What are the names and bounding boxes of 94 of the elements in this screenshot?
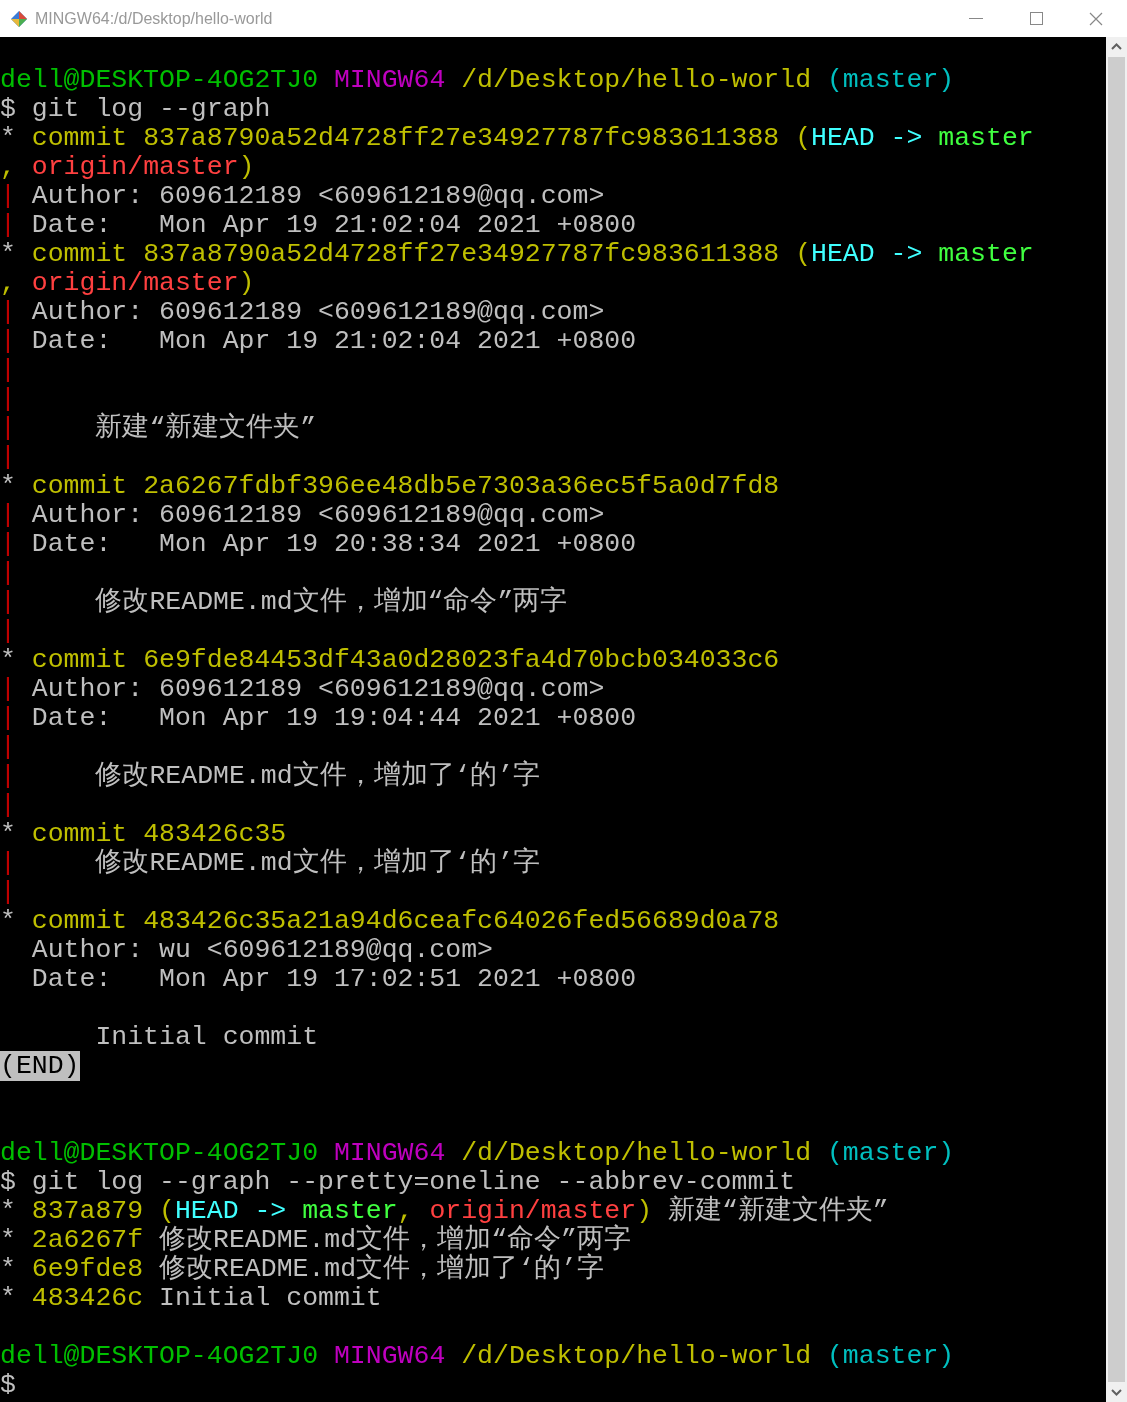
graph-line: | (0, 587, 16, 617)
terminal-text: Date: Mon Apr 19 17:02:51 2021 +0800 (30, 964, 637, 994)
terminal-text: HEAD -> (811, 239, 923, 269)
terminal-text: dell@DESKTOP-4OG2TJ0 (0, 1341, 319, 1371)
graph-line: | (0, 558, 16, 588)
terminal-text: , (0, 268, 16, 298)
terminal-text: * (0, 123, 16, 153)
terminal-text: commit 837a8790a52d4728ff27e34927787fc983611388 ( (30, 239, 812, 269)
terminal-text: commit 2a6267fdbf396ee48db5e7303a36ec5f5a0d7fd8 (30, 471, 780, 501)
terminal-text: /d/Desktop/hello-world (460, 1138, 812, 1168)
terminal-text: (master) (825, 65, 955, 95)
pager-end-marker: (END) (0, 1051, 80, 1081)
terminal-text: (master) (825, 1341, 955, 1371)
graph-line: | (0, 616, 16, 646)
terminal-text: commit 483426c35 (30, 819, 287, 849)
scrollbar[interactable] (1106, 37, 1127, 1402)
terminal-text: 新建“新建文件夹” (666, 1196, 889, 1226)
terminal-text: * (0, 239, 16, 269)
terminal-text: HEAD -> (811, 123, 923, 153)
terminal-text: Initial commit (94, 1022, 319, 1052)
terminal-text: commit 837a8790a52d4728ff27e34927787fc983611388 ( (30, 123, 812, 153)
terminal-text: 修改README.md文件，增加了‘的’字 (158, 1254, 604, 1284)
terminal-text: commit 6e9fde84453df43a0d28023fa4d70bcb034033c6 (30, 645, 780, 675)
terminal-text: 修改README.md文件，增加“命令”两字 (94, 587, 568, 617)
terminal-text: ) (238, 152, 255, 182)
terminal-text: * (0, 645, 16, 675)
terminal-text: , (0, 152, 16, 182)
terminal-text: Author: 609612189 <609612189@qq.com> (30, 674, 605, 704)
graph-line: | (0, 732, 16, 762)
terminal-text: Initial commit (158, 1283, 382, 1313)
terminal-text: master (937, 123, 1034, 153)
terminal-text: 483426c (30, 1283, 144, 1313)
terminal-text: * (0, 1254, 16, 1284)
terminal-text: ) (238, 268, 255, 298)
terminal-text: Date: Mon Apr 19 19:04:44 2021 +0800 (30, 703, 637, 733)
terminal-text: 修改README.md文件，增加了‘的’字 (94, 761, 541, 791)
graph-line: | (0, 384, 16, 414)
graph-line: | (0, 413, 16, 443)
terminal-text: MINGW64 (332, 65, 446, 95)
terminal-text: $ git log --graph (0, 94, 271, 124)
scrollbar-thumb[interactable] (1108, 57, 1125, 1382)
terminal-text: * (0, 1225, 16, 1255)
graph-line: | (0, 790, 16, 820)
terminal-text: 837a879 ( (30, 1196, 175, 1226)
graph-line: | (0, 529, 16, 559)
graph-line: | (0, 297, 16, 327)
terminal-text: * (0, 906, 16, 936)
graph-line: | (0, 181, 16, 211)
terminal-text: (master) (825, 1138, 955, 1168)
terminal-text: ) (636, 1196, 653, 1226)
terminal-text: 新建“新建文件夹” (94, 413, 317, 443)
terminal-text: /d/Desktop/hello-world (460, 1341, 812, 1371)
graph-line: | (0, 848, 16, 878)
window-title: MINGW64:/d/Desktop/hello-world (35, 8, 273, 29)
terminal-text: dell@DESKTOP-4OG2TJ0 (0, 65, 319, 95)
terminal-text: Date: Mon Apr 19 21:02:04 2021 +0800 (30, 326, 637, 356)
graph-line: | (0, 500, 16, 530)
terminal-text: MINGW64 (332, 1341, 446, 1371)
terminal-text: 2a6267f (30, 1225, 144, 1255)
terminal-text: $ (0, 1370, 16, 1400)
terminal-text: Date: Mon Apr 19 20:38:34 2021 +0800 (30, 529, 637, 559)
terminal-text: Date: Mon Apr 19 21:02:04 2021 +0800 (30, 210, 637, 240)
maximize-icon (1029, 12, 1043, 25)
terminal-text: , (397, 1196, 414, 1226)
terminal-text: * (0, 1283, 16, 1313)
terminal-text: Author: 609612189 <609612189@qq.com> (30, 297, 605, 327)
terminal-text: 修改README.md文件，增加了‘的’字 (94, 848, 541, 878)
terminal-text: dell@DESKTOP-4OG2TJ0 (0, 1138, 319, 1168)
terminal-text: commit 483426c35a21a94d6ceafc64026fed56689d0a78 (30, 906, 780, 936)
app-icon (10, 9, 28, 28)
close-icon (1089, 11, 1103, 26)
terminal-text: /d/Desktop/hello-world (460, 65, 812, 95)
graph-line: | (0, 210, 16, 240)
terminal-text: origin/master (30, 152, 239, 182)
graph-line: | (0, 877, 16, 907)
graph-line: | (0, 674, 16, 704)
terminal-text: origin/master (30, 268, 239, 298)
terminal-text: master (937, 239, 1034, 269)
terminal-text: Author: wu <609612189@qq.com> (30, 935, 493, 965)
graph-line: | (0, 703, 16, 733)
terminal-text: MINGW64 (332, 1138, 446, 1168)
terminal-text: Author: 609612189 <609612189@qq.com> (30, 181, 605, 211)
graph-line: | (0, 442, 16, 472)
graph-line: | (0, 355, 16, 385)
terminal-text: 6e9fde8 (30, 1254, 144, 1284)
graph-line: | (0, 761, 16, 791)
terminal-text: Author: 609612189 <609612189@qq.com> (30, 500, 605, 530)
terminal-text: master (301, 1196, 398, 1226)
terminal-text: * (0, 819, 16, 849)
terminal-text: HEAD -> (174, 1196, 287, 1226)
terminal-text: * (0, 471, 16, 501)
terminal-text: * (0, 1196, 16, 1226)
graph-line: | (0, 326, 16, 356)
minimize-icon (969, 17, 983, 20)
